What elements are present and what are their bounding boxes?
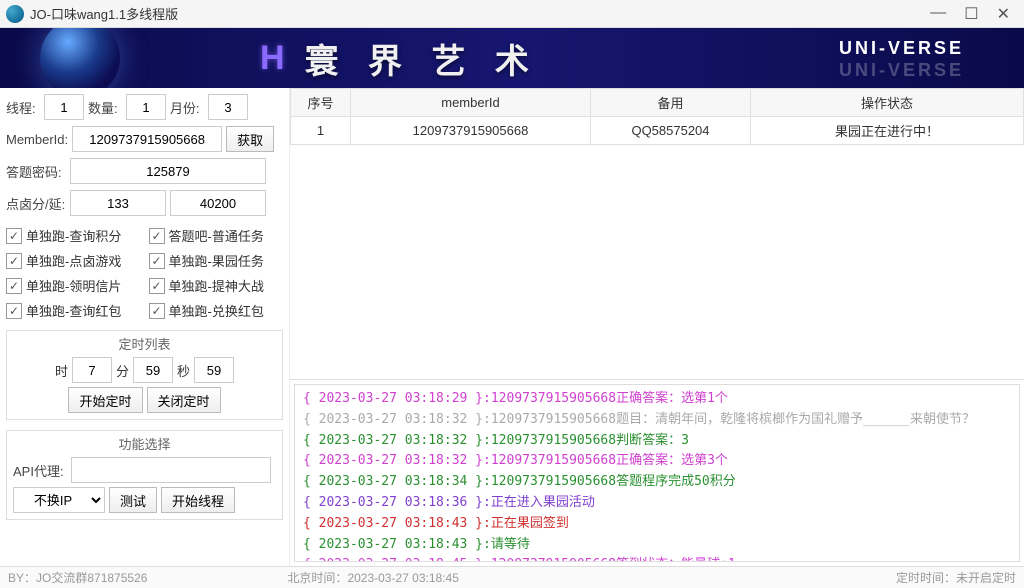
bj-time-value: 2023-03-27 03:18:45 — [347, 571, 458, 585]
timer-status-value: 未开启定时 — [956, 571, 1016, 585]
api-label: API代理: — [13, 461, 67, 480]
min-label: 分 — [116, 361, 129, 380]
status-bar: BY：JO交流群871875526 北京时间：2023-03-27 03:18:… — [0, 566, 1024, 588]
checkmark-icon: ✓ — [149, 253, 165, 269]
table-header: 序号 — [291, 89, 351, 117]
checkbox-grid: ✓单独跑-查询积分✓答题吧-普通任务✓单独跑-点卤游戏✓单独跑-果园任务✓单独跑… — [6, 226, 283, 320]
min-input[interactable] — [133, 357, 173, 383]
thread-label: 线程: — [6, 98, 40, 117]
checkbox-label: 单独跑-查询积分 — [26, 226, 121, 245]
right-panel: 序号memberId备用操作状态 11209737915905668QQ5857… — [290, 88, 1024, 566]
checkbox-item[interactable]: ✓单独跑-提神大战 — [149, 276, 284, 295]
left-panel: 线程: 数量: 月份: MemberId: 获取 答题密码: 点卤分/延: ✓单… — [0, 88, 290, 566]
timer-status-label: 定时时间： — [896, 571, 956, 585]
close-button[interactable]: ✕ — [997, 4, 1010, 24]
by-value: JO交流群871875526 — [36, 571, 147, 585]
checkbox-item[interactable]: ✓答题吧-普通任务 — [149, 226, 284, 245]
password-label: 答题密码: — [6, 162, 66, 181]
count-input[interactable] — [126, 94, 166, 120]
maximize-button[interactable]: ☐ — [964, 4, 978, 24]
score-a-input[interactable] — [70, 190, 166, 216]
log-line: { 2023-03-27 03:18:45 }:1209737915905668… — [303, 555, 1011, 562]
minimize-button[interactable]: — — [930, 4, 946, 24]
checkbox-label: 单独跑-果园任务 — [169, 251, 264, 270]
checkbox-label: 单独跑-领明信片 — [26, 276, 121, 295]
globe-icon — [40, 28, 120, 88]
table-cell: 1 — [291, 117, 351, 145]
window-title: JO-口味wang1.1多线程版 — [30, 4, 178, 23]
start-thread-button[interactable]: 开始线程 — [161, 487, 235, 513]
by-label: BY： — [8, 571, 36, 585]
table-header: 操作状态 — [751, 89, 1024, 117]
log-line: { 2023-03-27 03:18:43 }:请等待 — [303, 535, 1011, 556]
ip-select[interactable]: 不换IP — [13, 487, 105, 513]
checkbox-item[interactable]: ✓单独跑-点卤游戏 — [6, 251, 141, 270]
password-input[interactable] — [70, 158, 266, 184]
start-timer-button[interactable]: 开始定时 — [68, 387, 142, 413]
checkbox-item[interactable]: ✓单独跑-兑换红包 — [149, 301, 284, 320]
checkmark-icon: ✓ — [6, 303, 22, 319]
banner: H 寰 界 艺 术 UNI-VERSE UNI-VERSE — [0, 28, 1024, 88]
test-button[interactable]: 测试 — [109, 487, 157, 513]
app-icon — [6, 5, 24, 23]
close-timer-button[interactable]: 关闭定时 — [147, 387, 221, 413]
table-header: 备用 — [591, 89, 751, 117]
count-label: 数量: — [88, 98, 122, 117]
log-line: { 2023-03-27 03:18:32 }:1209737915905668… — [303, 431, 1011, 452]
score-b-input[interactable] — [170, 190, 266, 216]
hour-input[interactable] — [72, 357, 112, 383]
checkmark-icon: ✓ — [149, 278, 165, 294]
hour-label: 时 — [55, 361, 68, 380]
data-table: 序号memberId备用操作状态 11209737915905668QQ5857… — [290, 88, 1024, 145]
function-group-title: 功能选择 — [110, 434, 178, 453]
log-line: { 2023-03-27 03:18:36 }:正在进入果园活动 — [303, 493, 1011, 514]
table-area: 序号memberId备用操作状态 11209737915905668QQ5857… — [290, 88, 1024, 380]
checkmark-icon: ✓ — [6, 253, 22, 269]
sec-input[interactable] — [194, 357, 234, 383]
month-input[interactable] — [208, 94, 248, 120]
bj-time-label: 北京时间： — [287, 571, 347, 585]
checkbox-label: 单独跑-兑换红包 — [169, 301, 264, 320]
log-line: { 2023-03-27 03:18:32 }:1209737915905668… — [303, 410, 1011, 431]
log-line: { 2023-03-27 03:18:43 }:正在果园签到 — [303, 514, 1011, 535]
table-row[interactable]: 11209737915905668QQ58575204果园正在进行中！ — [291, 117, 1024, 145]
checkmark-icon: ✓ — [6, 278, 22, 294]
checkbox-item[interactable]: ✓单独跑-查询积分 — [6, 226, 141, 245]
table-cell: QQ58575204 — [591, 117, 751, 145]
checkbox-item[interactable]: ✓单独跑-果园任务 — [149, 251, 284, 270]
log-area[interactable]: { 2023-03-27 03:18:29 }:1209737915905668… — [294, 384, 1020, 562]
table-cell: 1209737915905668 — [351, 117, 591, 145]
checkmark-icon: ✓ — [6, 228, 22, 244]
checkbox-label: 单独跑-提神大战 — [169, 276, 264, 295]
banner-en-title: UNI-VERSE — [839, 38, 964, 59]
title-bar: JO-口味wang1.1多线程版 — ☐ ✕ — [0, 0, 1024, 28]
log-line: { 2023-03-27 03:18:29 }:1209737915905668… — [303, 389, 1011, 410]
memberid-input[interactable] — [72, 126, 222, 152]
checkmark-icon: ✓ — [149, 228, 165, 244]
table-header: memberId — [351, 89, 591, 117]
function-group: 功能选择 API代理: 不换IP 测试 开始线程 — [6, 430, 283, 520]
memberid-label: MemberId: — [6, 132, 68, 147]
log-line: { 2023-03-27 03:18:32 }:1209737915905668… — [303, 451, 1011, 472]
sec-label: 秒 — [177, 361, 190, 380]
checkbox-item[interactable]: ✓单独跑-查询红包 — [6, 301, 141, 320]
log-line: { 2023-03-27 03:18:34 }:1209737915905668… — [303, 472, 1011, 493]
checkbox-label: 答题吧-普通任务 — [169, 226, 264, 245]
month-label: 月份: — [170, 98, 204, 117]
timer-group: 定时列表 时 分 秒 开始定时 关闭定时 — [6, 330, 283, 420]
checkbox-label: 单独跑-查询红包 — [26, 301, 121, 320]
banner-en-shadow: UNI-VERSE — [839, 60, 964, 81]
score-label: 点卤分/延: — [6, 194, 66, 213]
checkbox-label: 单独跑-点卤游戏 — [26, 251, 121, 270]
thread-input[interactable] — [44, 94, 84, 120]
api-input[interactable] — [71, 457, 271, 483]
get-button[interactable]: 获取 — [226, 126, 274, 152]
banner-cn-title: 寰 界 艺 术 — [305, 34, 539, 83]
checkbox-item[interactable]: ✓单独跑-领明信片 — [6, 276, 141, 295]
brand-logo: H — [260, 39, 285, 78]
checkmark-icon: ✓ — [149, 303, 165, 319]
table-cell: 果园正在进行中！ — [751, 117, 1024, 145]
timer-group-title: 定时列表 — [110, 334, 178, 353]
